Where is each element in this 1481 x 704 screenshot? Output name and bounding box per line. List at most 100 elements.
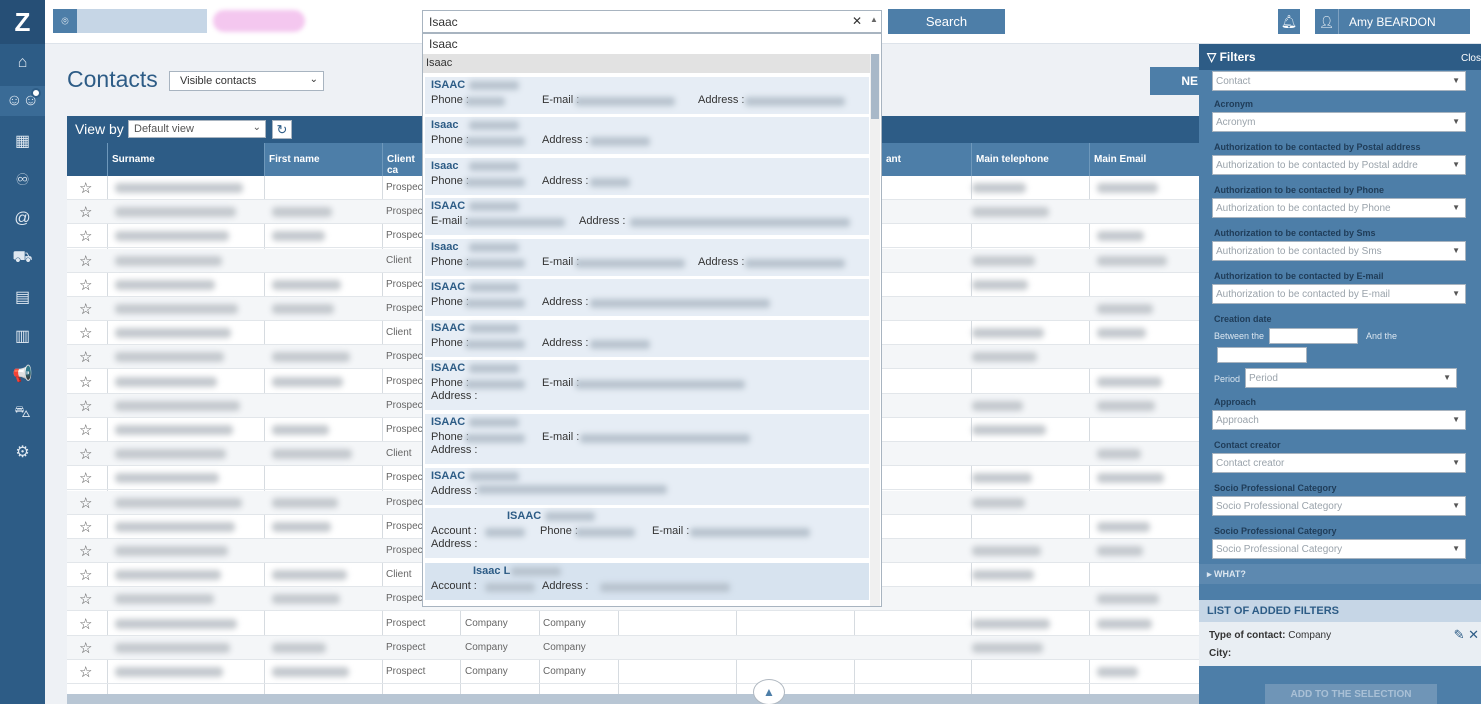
header-account[interactable]: ant — [882, 143, 975, 176]
clear-icon[interactable]: ✕ — [852, 14, 862, 28]
favorite-star-icon[interactable]: ☆ — [79, 300, 92, 318]
favorite-star-icon[interactable]: ☆ — [79, 373, 92, 391]
header-main-telephone[interactable]: Main telephone — [971, 143, 1089, 176]
suggestion-item[interactable]: ISAAC Phone : E-mail : Address : — [425, 360, 869, 411]
redacted-value — [1097, 546, 1143, 556]
table-row[interactable]: ☆ Prospect Company Company — [67, 660, 1200, 684]
suggestion-typed[interactable]: Isaac — [423, 34, 881, 54]
suggestion-field-label: Address : — [431, 485, 478, 497]
visible-contacts-select[interactable]: Visible contacts ⌄ — [169, 71, 324, 91]
horizontal-scrollbar[interactable] — [67, 694, 1200, 704]
contact-creator-select[interactable]: Contact creator ▼ — [1212, 453, 1466, 473]
edit-icon[interactable]: ✎ — [1454, 627, 1465, 642]
search-input[interactable]: Isaac — [422, 10, 882, 33]
redacted-value — [972, 618, 1050, 629]
megaphone-icon[interactable]: 📢 — [0, 359, 45, 389]
favorite-star-icon[interactable]: ☆ — [79, 179, 92, 197]
header-first-name[interactable]: First name — [264, 143, 382, 176]
approach-select[interactable]: Approach ▼ — [1212, 410, 1466, 430]
favorite-star-icon[interactable]: ☆ — [79, 542, 92, 560]
acronym-select[interactable]: Acronym ▼ — [1212, 112, 1466, 132]
table-icon[interactable]: ▤ — [0, 282, 45, 312]
calendar-icon[interactable]: ▦ — [0, 126, 45, 156]
email-auth-select[interactable]: Authorization to be contacted by E-mail ▼ — [1212, 284, 1466, 304]
user-menu-button[interactable]: 👤︎ Amy BEARDON — [1315, 9, 1470, 34]
redacted-value — [580, 434, 750, 443]
favorite-star-icon[interactable]: ☆ — [79, 203, 92, 221]
refresh-icon[interactable]: ↻ — [272, 120, 292, 139]
socio-category-select-2[interactable]: Socio Professional Category ▼ — [1212, 539, 1466, 559]
add-to-selection-button[interactable]: ADD TO THE SELECTION — [1265, 684, 1437, 704]
type-select[interactable]: Contact ▼ — [1212, 71, 1466, 91]
favorite-star-icon[interactable]: ☆ — [79, 227, 92, 245]
favorite-star-icon[interactable]: ☆ — [79, 663, 92, 681]
close-filters-button[interactable]: Clos — [1461, 53, 1481, 64]
handshake-icon[interactable]: ♾ — [0, 165, 45, 195]
redacted-value — [972, 352, 1037, 363]
suggestion-item[interactable]: ISAAC Phone : Address : — [425, 320, 869, 358]
favorite-star-icon[interactable]: ☆ — [79, 324, 92, 342]
suggestion-item[interactable]: Isaac Phone : Address : — [425, 158, 869, 196]
car-icon[interactable]: ⛍ — [0, 398, 45, 428]
suggestion-item[interactable]: Isaac Phone : Address : — [425, 117, 869, 155]
contacts-icon[interactable]: ☺☺ — [0, 86, 45, 116]
postal-auth-select[interactable]: Authorization to be contacted by Postal … — [1212, 155, 1466, 175]
scroll-top-icon[interactable]: ▲ — [753, 679, 785, 704]
header-surname[interactable]: Surname — [107, 143, 264, 176]
period-select[interactable]: Period ▼ — [1245, 368, 1457, 388]
redacted-value — [272, 521, 331, 532]
favorite-star-icon[interactable]: ☆ — [79, 421, 92, 439]
table-row[interactable]: ☆ Prospect Company Company — [67, 612, 1200, 636]
close-icon[interactable]: ✕ — [1468, 627, 1479, 642]
favorite-star-icon[interactable]: ☆ — [79, 252, 92, 270]
favorite-star-icon[interactable]: ☆ — [79, 276, 92, 294]
suggestion-item[interactable]: ISAAC Phone : Address : — [425, 279, 869, 317]
date-from-input[interactable] — [1269, 328, 1358, 344]
location-pin-icon[interactable]: ⌾ — [53, 9, 77, 33]
suggestion-item[interactable]: ISAAC E-mail : Address : — [425, 198, 869, 236]
header-main-email[interactable]: Main Email — [1089, 143, 1200, 176]
suggestion-item[interactable]: Isaac L Account : Address : — [425, 563, 869, 601]
suggestion-field-label: E-mail : — [542, 377, 580, 389]
search-button[interactable]: Search — [888, 9, 1005, 34]
favorite-star-icon[interactable]: ☆ — [79, 518, 92, 536]
suggestions-scrollbar[interactable] — [870, 54, 880, 606]
view-select[interactable]: Default view ⌄ — [128, 120, 266, 138]
favorite-star-icon[interactable]: ☆ — [79, 397, 92, 415]
new-button[interactable]: NE — [1150, 67, 1200, 95]
cars-icon[interactable]: ⛟ — [0, 243, 45, 273]
phone-auth-select[interactable]: Authorization to be contacted by Phone ▼ — [1212, 198, 1466, 218]
suggestion-item[interactable]: ISAAC Account : Phone : E-mail : Address : — [425, 508, 869, 559]
date-to-input[interactable] — [1217, 347, 1307, 363]
sms-auth-select[interactable]: Authorization to be contacted by Sms ▼ — [1212, 241, 1466, 261]
suggestion-item[interactable]: Isaac Phone : E-mail : Address : — [425, 239, 869, 277]
suggestion-item[interactable]: ISAAC Address : — [425, 468, 869, 506]
header-client-category[interactable]: Client ca — [382, 143, 422, 176]
suggestion-name: ISAAC — [431, 470, 466, 482]
suggestion-field-label: E-mail : — [652, 525, 690, 537]
creation-date-label: Creation date — [1214, 314, 1272, 324]
bell-icon[interactable]: 🔔︎ — [1278, 9, 1300, 34]
what-section-toggle[interactable]: ▸ WHAT? — [1199, 564, 1481, 584]
caret-up-icon[interactable]: ▲ — [870, 15, 878, 24]
home-icon[interactable]: ⌂ — [0, 48, 45, 78]
socio-category-select-1[interactable]: Socio Professional Category ▼ — [1212, 496, 1466, 516]
table-row[interactable]: ☆ Prospect Company Company — [67, 635, 1200, 660]
suggestion-item[interactable]: ISAAC Phone : E-mail : Address : — [425, 77, 869, 115]
favorite-star-icon[interactable]: ☆ — [79, 445, 92, 463]
settings-icon[interactable]: ⚙ — [0, 437, 45, 467]
favorite-star-icon[interactable]: ☆ — [79, 615, 92, 633]
logo-z-icon[interactable]: Z — [0, 0, 45, 44]
redacted-value — [972, 473, 1032, 484]
favorite-star-icon[interactable]: ☆ — [79, 494, 92, 512]
suggestion-highlighted[interactable]: Isaac — [423, 54, 871, 73]
favorite-star-icon[interactable]: ☆ — [79, 348, 92, 366]
at-icon[interactable]: @ — [0, 204, 45, 234]
favorite-star-icon[interactable]: ☆ — [79, 590, 92, 608]
location-field[interactable] — [77, 9, 207, 33]
favorite-star-icon[interactable]: ☆ — [79, 566, 92, 584]
favorite-star-icon[interactable]: ☆ — [79, 469, 92, 487]
chart-icon[interactable]: ▥ — [0, 321, 45, 351]
favorite-star-icon[interactable]: ☆ — [79, 639, 92, 657]
suggestion-item[interactable]: ISAAC Phone : E-mail : Address : — [425, 414, 869, 465]
